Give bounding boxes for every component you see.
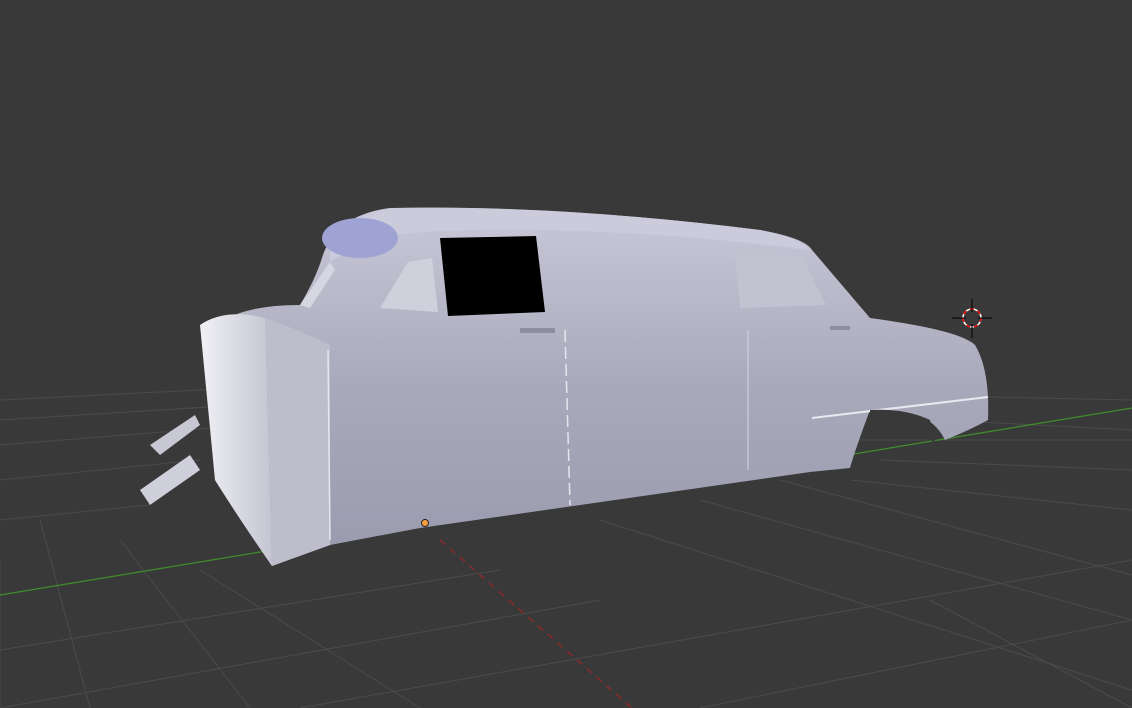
front-fender (265, 318, 330, 566)
front-bumper-bracket-upper (150, 415, 200, 455)
3d-viewport[interactable] (0, 0, 1132, 708)
front-fascia (200, 314, 272, 566)
side-window-open (440, 236, 545, 316)
door-handle-front (520, 328, 555, 333)
object-origin-dot[interactable] (421, 519, 429, 527)
car-body-model[interactable] (140, 207, 989, 566)
3d-cursor-icon[interactable] (952, 299, 992, 338)
viewport-canvas[interactable] (0, 0, 1132, 708)
door-handle-rear (830, 326, 850, 330)
roof-light (322, 218, 398, 258)
